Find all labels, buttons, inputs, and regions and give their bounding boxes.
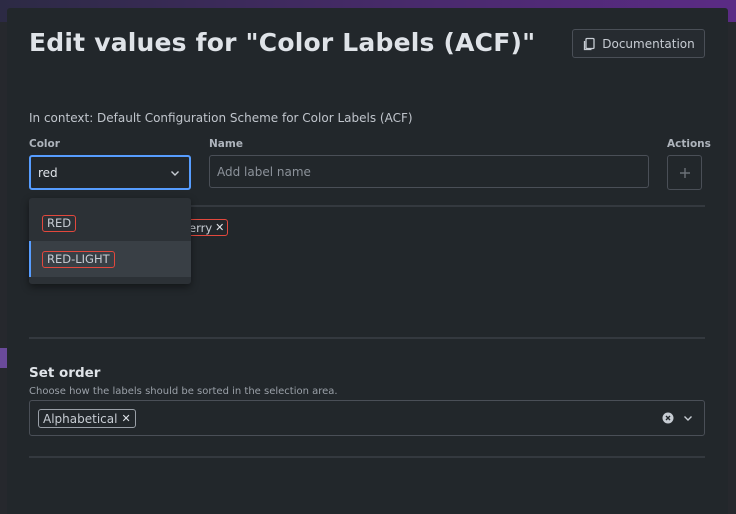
color-option-label: RED-LIGHT: [42, 250, 115, 268]
clear-circle-icon[interactable]: [662, 412, 674, 424]
modal-title: Edit values for "Color Labels (ACF)": [29, 28, 536, 57]
remove-order-icon[interactable]: ✕: [121, 412, 130, 425]
background-left-panel: [0, 22, 7, 514]
existing-label-text: erry: [189, 220, 213, 235]
label-name-input[interactable]: [209, 155, 649, 188]
add-label-button[interactable]: [667, 155, 702, 190]
color-option-red[interactable]: RED: [29, 205, 191, 241]
name-field-label: Name: [209, 138, 243, 150]
color-search-input[interactable]: [38, 164, 158, 182]
plus-icon: [679, 167, 690, 178]
edit-values-modal: Edit values for "Color Labels (ACF)" Doc…: [7, 8, 728, 514]
background-right-panel: [728, 22, 736, 514]
sort-order-select[interactable]: Alphabetical ✕: [29, 400, 705, 436]
documentation-label: Documentation: [602, 36, 695, 51]
selected-order-chip: Alphabetical ✕: [38, 409, 136, 428]
set-order-title: Set order: [29, 365, 101, 381]
chevron-down-icon[interactable]: [169, 167, 181, 179]
color-field-label: Color: [29, 138, 60, 150]
chevron-down-icon[interactable]: [682, 412, 694, 424]
remove-label-icon[interactable]: ✕: [215, 221, 224, 234]
copy-document-icon: [584, 37, 595, 50]
background-accent-block: [0, 348, 7, 368]
color-options-dropdown: RED RED-LIGHT: [29, 198, 191, 284]
color-option-label: RED: [42, 214, 77, 232]
context-text: In context: Default Configuration Scheme…: [29, 111, 413, 125]
divider: [29, 456, 705, 458]
actions-label: Actions: [667, 138, 711, 150]
color-select[interactable]: [29, 155, 191, 190]
existing-label-chip[interactable]: erry ✕: [185, 219, 229, 236]
color-option-red-light[interactable]: RED-LIGHT: [29, 241, 191, 277]
selected-order-label: Alphabetical: [43, 411, 118, 426]
documentation-button[interactable]: Documentation: [572, 29, 705, 58]
divider: [29, 337, 705, 339]
set-order-description: Choose how the labels should be sorted i…: [29, 386, 338, 397]
